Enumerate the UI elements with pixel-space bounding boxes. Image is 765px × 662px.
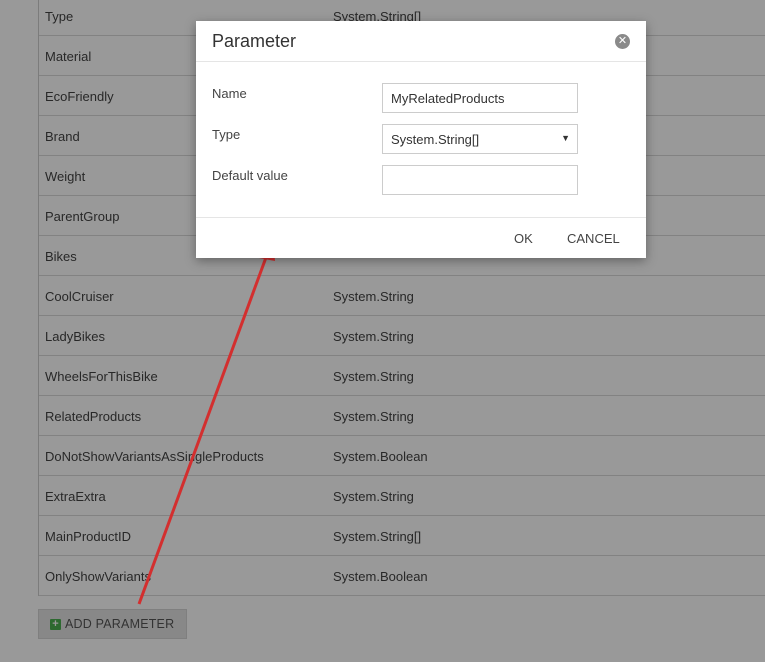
name-input[interactable]: MyRelatedProducts — [382, 83, 578, 113]
name-label: Name — [212, 86, 247, 101]
dialog-footer: OK CANCEL — [196, 217, 646, 259]
annotation-arrow-line — [137, 251, 270, 605]
close-icon[interactable]: ✕ — [615, 34, 630, 49]
dialog-title: Parameter — [212, 31, 297, 51]
parameter-dialog: Parameter ✕ Name MyRelatedProducts Type … — [196, 21, 646, 258]
dialog-header: Parameter ✕ — [196, 21, 646, 62]
type-select[interactable]: System.String[] ▼ — [382, 124, 578, 154]
ok-button[interactable]: OK — [514, 231, 533, 246]
type-select-value: System.String[] — [391, 131, 480, 147]
name-input-value: MyRelatedProducts — [391, 90, 505, 106]
default-value-label: Default value — [212, 168, 288, 183]
type-label: Type — [212, 127, 241, 142]
default-value-input[interactable] — [382, 165, 578, 195]
caret-down-icon: ▼ — [561, 133, 570, 143]
cancel-button[interactable]: CANCEL — [567, 231, 620, 246]
